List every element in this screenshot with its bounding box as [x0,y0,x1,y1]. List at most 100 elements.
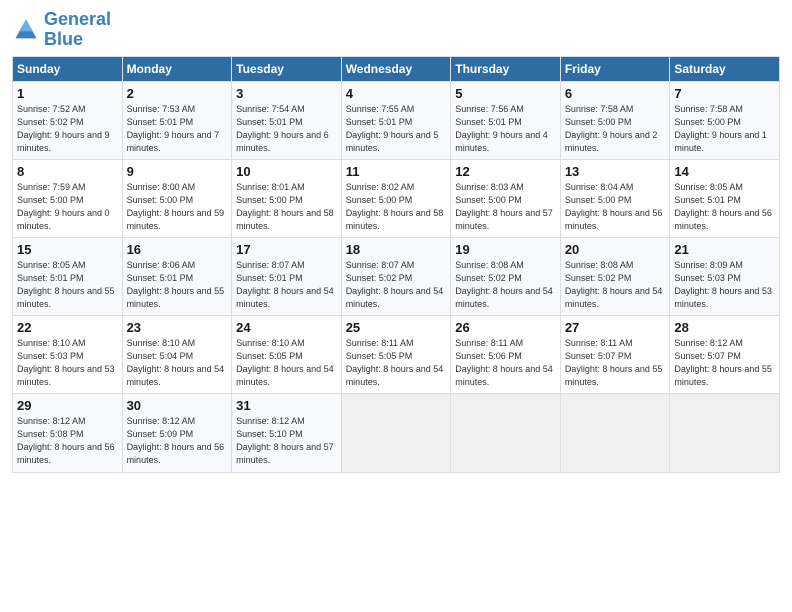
day-info: Sunrise: 8:10 AMSunset: 5:05 PMDaylight:… [236,337,337,389]
day-info: Sunrise: 7:58 AMSunset: 5:00 PMDaylight:… [674,103,775,155]
calendar-cell: 21 Sunrise: 8:09 AMSunset: 5:03 PMDayligh… [670,237,780,315]
calendar-cell: 20 Sunrise: 8:08 AMSunset: 5:02 PMDayligh… [560,237,670,315]
calendar-cell: 5Sunrise: 7:56 AMSunset: 5:01 PMDaylight… [451,81,561,159]
calendar-cell: 28Sunrise: 8:12 AMSunset: 5:07 PMDayligh… [670,316,780,394]
day-info: Sunrise: 8:09 AMSunset: 5:03 PMDaylight:… [674,259,775,311]
calendar-cell: 19 Sunrise: 8:08 AMSunset: 5:02 PMDayligh… [451,237,561,315]
logo-text: General Blue [44,10,111,50]
calendar-day-header: Thursday [451,56,561,81]
calendar-header-row: SundayMondayTuesdayWednesdayThursdayFrid… [13,56,780,81]
calendar-container: General Blue SundayMondayTuesdayWednesda… [0,0,792,481]
day-info: Sunrise: 8:12 AMSunset: 5:10 PMDaylight:… [236,415,337,467]
day-info: Sunrise: 8:01 AMSunset: 5:00 PMDaylight:… [236,181,337,233]
day-info: Sunrise: 8:08 AMSunset: 5:02 PMDaylight:… [565,259,666,311]
calendar-day-header: Monday [122,56,232,81]
calendar-cell: 26 Sunrise: 8:11 AMSunset: 5:06 PMDayligh… [451,316,561,394]
calendar-cell: 23 Sunrise: 8:10 AMSunset: 5:04 PMDayligh… [122,316,232,394]
day-number: 1 [17,86,118,101]
day-number: 20 [565,242,666,257]
calendar-cell: 12 Sunrise: 8:03 AMSunset: 5:00 PMDayligh… [451,159,561,237]
calendar-day-header: Saturday [670,56,780,81]
calendar-cell: 17 Sunrise: 8:07 AMSunset: 5:01 PMDayligh… [232,237,342,315]
day-number: 19 [455,242,556,257]
day-number: 25 [346,320,447,335]
calendar-cell: 6Sunrise: 7:58 AMSunset: 5:00 PMDaylight… [560,81,670,159]
calendar-cell: 22 Sunrise: 8:10 AMSunset: 5:03 PMDayligh… [13,316,123,394]
calendar-cell: 2 Sunrise: 7:53 AMSunset: 5:01 PMDaylight… [122,81,232,159]
day-number: 14 [674,164,775,179]
day-info: Sunrise: 8:05 AMSunset: 5:01 PMDaylight:… [17,259,118,311]
calendar-cell: 27Sunrise: 8:11 AMSunset: 5:07 PMDayligh… [560,316,670,394]
calendar-day-header: Sunday [13,56,123,81]
calendar-week-row: 15 Sunrise: 8:05 AMSunset: 5:01 PMDayligh… [13,237,780,315]
calendar-cell: 13 Sunrise: 8:04 AMSunset: 5:00 PMDayligh… [560,159,670,237]
day-info: Sunrise: 7:58 AMSunset: 5:00 PMDaylight:… [565,103,666,155]
calendar-cell: 30 Sunrise: 8:12 AMSunset: 5:09 PMDayligh… [122,394,232,472]
day-number: 3 [236,86,337,101]
day-info: Sunrise: 7:54 AMSunset: 5:01 PMDaylight:… [236,103,337,155]
calendar-cell: 25 Sunrise: 8:11 AMSunset: 5:05 PMDayligh… [341,316,451,394]
calendar-day-header: Tuesday [232,56,342,81]
day-number: 12 [455,164,556,179]
day-number: 26 [455,320,556,335]
calendar-cell: 11Sunrise: 8:02 AMSunset: 5:00 PMDayligh… [341,159,451,237]
calendar-cell: 31Sunrise: 8:12 AMSunset: 5:10 PMDayligh… [232,394,342,472]
day-number: 29 [17,398,118,413]
day-info: Sunrise: 8:10 AMSunset: 5:04 PMDaylight:… [127,337,228,389]
day-number: 24 [236,320,337,335]
calendar-cell: 14 Sunrise: 8:05 AMSunset: 5:01 PMDayligh… [670,159,780,237]
calendar-cell: 24 Sunrise: 8:10 AMSunset: 5:05 PMDayligh… [232,316,342,394]
day-info: Sunrise: 7:59 AMSunset: 5:00 PMDaylight:… [17,181,118,233]
day-number: 30 [127,398,228,413]
day-info: Sunrise: 8:07 AMSunset: 5:02 PMDaylight:… [346,259,447,311]
calendar-cell: 9 Sunrise: 8:00 AMSunset: 5:00 PMDaylight… [122,159,232,237]
day-number: 15 [17,242,118,257]
day-number: 11 [346,164,447,179]
calendar-week-row: 1 Sunrise: 7:52 AMSunset: 5:02 PMDaylight… [13,81,780,159]
day-info: Sunrise: 8:06 AMSunset: 5:01 PMDaylight:… [127,259,228,311]
day-number: 13 [565,164,666,179]
day-info: Sunrise: 8:05 AMSunset: 5:01 PMDaylight:… [674,181,775,233]
calendar-cell: 7Sunrise: 7:58 AMSunset: 5:00 PMDaylight… [670,81,780,159]
day-info: Sunrise: 8:12 AMSunset: 5:08 PMDaylight:… [17,415,118,467]
calendar-cell [451,394,561,472]
day-info: Sunrise: 8:10 AMSunset: 5:03 PMDaylight:… [17,337,118,389]
day-info: Sunrise: 8:08 AMSunset: 5:02 PMDaylight:… [455,259,556,311]
day-number: 8 [17,164,118,179]
calendar-cell: 10Sunrise: 8:01 AMSunset: 5:00 PMDayligh… [232,159,342,237]
calendar-day-header: Wednesday [341,56,451,81]
calendar-week-row: 8 Sunrise: 7:59 AMSunset: 5:00 PMDaylight… [13,159,780,237]
day-number: 2 [127,86,228,101]
logo-icon [12,16,40,44]
calendar-body: 1 Sunrise: 7:52 AMSunset: 5:02 PMDaylight… [13,81,780,472]
calendar-cell: 16Sunrise: 8:06 AMSunset: 5:01 PMDayligh… [122,237,232,315]
day-info: Sunrise: 7:53 AMSunset: 5:01 PMDaylight:… [127,103,228,155]
day-info: Sunrise: 8:03 AMSunset: 5:00 PMDaylight:… [455,181,556,233]
day-number: 18 [346,242,447,257]
day-info: Sunrise: 7:52 AMSunset: 5:02 PMDaylight:… [17,103,118,155]
day-info: Sunrise: 8:11 AMSunset: 5:05 PMDaylight:… [346,337,447,389]
day-number: 22 [17,320,118,335]
day-info: Sunrise: 8:07 AMSunset: 5:01 PMDaylight:… [236,259,337,311]
day-info: Sunrise: 8:11 AMSunset: 5:07 PMDaylight:… [565,337,666,389]
day-info: Sunrise: 7:55 AMSunset: 5:01 PMDaylight:… [346,103,447,155]
calendar-cell: 4 Sunrise: 7:55 AMSunset: 5:01 PMDaylight… [341,81,451,159]
calendar-cell: 3 Sunrise: 7:54 AMSunset: 5:01 PMDaylight… [232,81,342,159]
calendar-cell: 18 Sunrise: 8:07 AMSunset: 5:02 PMDayligh… [341,237,451,315]
calendar-cell [560,394,670,472]
calendar-cell: 15 Sunrise: 8:05 AMSunset: 5:01 PMDayligh… [13,237,123,315]
calendar-cell: 1 Sunrise: 7:52 AMSunset: 5:02 PMDaylight… [13,81,123,159]
day-info: Sunrise: 8:12 AMSunset: 5:09 PMDaylight:… [127,415,228,467]
calendar-cell [341,394,451,472]
day-number: 9 [127,164,228,179]
calendar-day-header: Friday [560,56,670,81]
day-number: 23 [127,320,228,335]
day-number: 17 [236,242,337,257]
day-number: 5 [455,86,556,101]
calendar-cell: 8 Sunrise: 7:59 AMSunset: 5:00 PMDaylight… [13,159,123,237]
day-number: 4 [346,86,447,101]
day-number: 21 [674,242,775,257]
day-info: Sunrise: 8:00 AMSunset: 5:00 PMDaylight:… [127,181,228,233]
day-info: Sunrise: 8:04 AMSunset: 5:00 PMDaylight:… [565,181,666,233]
day-info: Sunrise: 8:11 AMSunset: 5:06 PMDaylight:… [455,337,556,389]
